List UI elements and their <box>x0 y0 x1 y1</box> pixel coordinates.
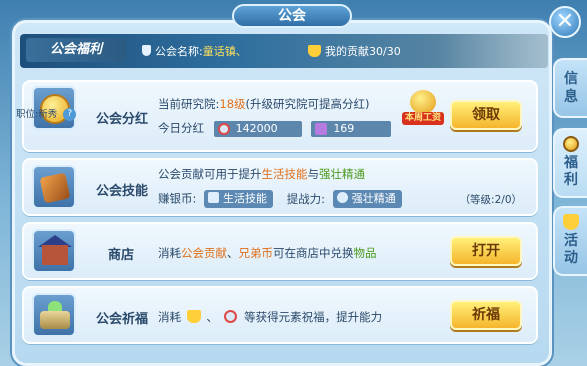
contribution-label: 我的贡献 <box>325 45 369 58</box>
contribution-value: 30/30 <box>369 45 401 58</box>
shop-desc-1: 消耗 <box>158 246 181 260</box>
pray-button[interactable]: 祈福 <box>450 300 522 330</box>
shop-desc-brother-coin: 兄弟币 <box>238 246 274 260</box>
rank-info: 职位:新秀? <box>16 106 77 121</box>
shop-desc-sep: 、 <box>227 246 239 260</box>
skills-desc-strong: 强壮精通 <box>319 167 365 181</box>
pray-desc-3: 等获得元素祝福，提升能力 <box>244 310 383 324</box>
guild-name-info: 公会名称:童话镇、 <box>142 43 247 59</box>
gem-amount: 169 <box>311 120 392 137</box>
book-icon <box>208 192 220 203</box>
skills-desc-life: 生活技能 <box>261 167 308 181</box>
today-dividend-label: 今日分红 <box>158 121 204 135</box>
shop-title: 商店 <box>108 248 135 263</box>
silver-coin-icon <box>217 122 230 135</box>
shop-description: 消耗公会贡献、兄弟币可在商店中兑换物品 <box>158 245 377 261</box>
pray-title: 公会祈福 <box>96 312 149 327</box>
research-level: 18级 <box>219 97 246 111</box>
pray-desc-sep: 、 <box>206 310 218 324</box>
tab-welfare-label: 福利 <box>564 155 578 188</box>
shop-row: 商店 消耗公会贡献、兄弟币可在商店中兑换物品 打开 <box>22 222 538 280</box>
skill-level: （等级:2/0） <box>459 194 522 206</box>
help-icon[interactable]: ? <box>63 108 77 121</box>
guild-name-label: 公会名称: <box>155 45 203 58</box>
silver-coin-icon <box>224 310 238 323</box>
skills-description: 公会贡献可用于提升生活技能与强壮精通 <box>158 166 365 182</box>
strong-mastery-chip[interactable]: 强壮精通 <box>332 190 402 208</box>
guild-name-value: 童话镇、 <box>202 45 247 58</box>
skills-links: 赚银币: 生活技能 提战力: 强壮精通 <box>158 190 402 208</box>
trophy-icon <box>186 310 201 323</box>
life-skill-chip[interactable]: 生活技能 <box>204 190 274 208</box>
research-prefix: 当前研究院: <box>158 97 220 111</box>
earn-silver-label: 赚银币: <box>158 191 197 206</box>
tab-activity[interactable]: 活动 <box>553 206 587 276</box>
research-suffix: (升级研究院可提高分红) <box>245 97 370 111</box>
weekly-wage-label: 本周工资 <box>402 112 444 125</box>
contribution-info: 我的贡献30/30 <box>308 43 401 59</box>
shop-desc-contribution: 公会贡献 <box>181 246 227 260</box>
weekly-wage-badge: 本周工资 <box>402 90 444 128</box>
strong-mastery-chip-label: 强壮精通 <box>351 192 396 205</box>
skill-book-icon <box>39 172 71 204</box>
window-title: 公会 <box>232 4 352 28</box>
altar-icon <box>40 311 70 329</box>
skills-row: 公会技能 公会贡献可用于提升生活技能与强壮精通 赚银币: 生活技能 提战力: 强… <box>22 158 538 216</box>
power-label: 提战力: <box>286 191 326 206</box>
banner-title: 公会福利 <box>26 38 126 62</box>
pray-icon-frame <box>32 293 76 337</box>
rank-label: 职位:新秀 <box>16 109 58 120</box>
coin-icon <box>563 136 579 152</box>
trophy-icon <box>308 45 321 57</box>
pray-row: 公会祈福 消耗 、 等获得元素祝福，提升能力 祈福 <box>22 286 538 344</box>
skills-desc-a: 公会贡献可用于提升 <box>158 167 262 181</box>
today-dividend: 今日分红 142000 169 <box>158 120 392 137</box>
shop-icon-frame <box>32 229 76 273</box>
shop-house-icon <box>42 245 68 265</box>
close-button[interactable]: ✕ <box>549 6 581 38</box>
open-shop-button[interactable]: 打开 <box>450 236 522 266</box>
trophy-icon <box>563 214 579 230</box>
life-skill-chip-label: 生活技能 <box>223 192 268 205</box>
shop-desc-items: 物品 <box>353 246 377 260</box>
gem-icon <box>315 122 328 135</box>
shield-round-icon <box>336 192 348 203</box>
shield-icon <box>142 45 151 56</box>
shop-desc-5: 可在商店中兑换 <box>273 246 354 260</box>
pray-description: 消耗 、 等获得元素祝福，提升能力 <box>158 309 382 325</box>
skills-desc-and: 与 <box>307 167 320 181</box>
skills-title: 公会技能 <box>96 184 149 199</box>
silver-amount-value: 142000 <box>235 121 278 135</box>
research-info: 当前研究院:18级(升级研究院可提高分红) <box>158 96 370 112</box>
gem-amount-value: 169 <box>333 121 355 135</box>
pray-desc-1: 消耗 <box>158 310 181 324</box>
close-icon: ✕ <box>555 9 575 34</box>
silver-amount: 142000 <box>213 120 302 137</box>
dividend-row: 公会分红 当前研究院:18级(升级研究院可提高分红) 今日分红 142000 1… <box>22 80 538 152</box>
dividend-title: 公会分红 <box>96 112 149 127</box>
guild-welfare-banner: 公会福利 公会名称:童话镇、 我的贡献30/30 <box>20 34 548 68</box>
claim-button[interactable]: 领取 <box>450 100 522 130</box>
skills-icon-frame <box>32 165 76 209</box>
tab-info-label: 信息 <box>564 71 578 105</box>
tab-info[interactable]: 信息 <box>553 58 587 118</box>
wage-pig-icon <box>410 90 436 114</box>
tab-welfare[interactable]: 福利 <box>553 128 587 198</box>
tab-activity-label: 活动 <box>564 233 578 266</box>
banner-decoration <box>438 34 548 68</box>
